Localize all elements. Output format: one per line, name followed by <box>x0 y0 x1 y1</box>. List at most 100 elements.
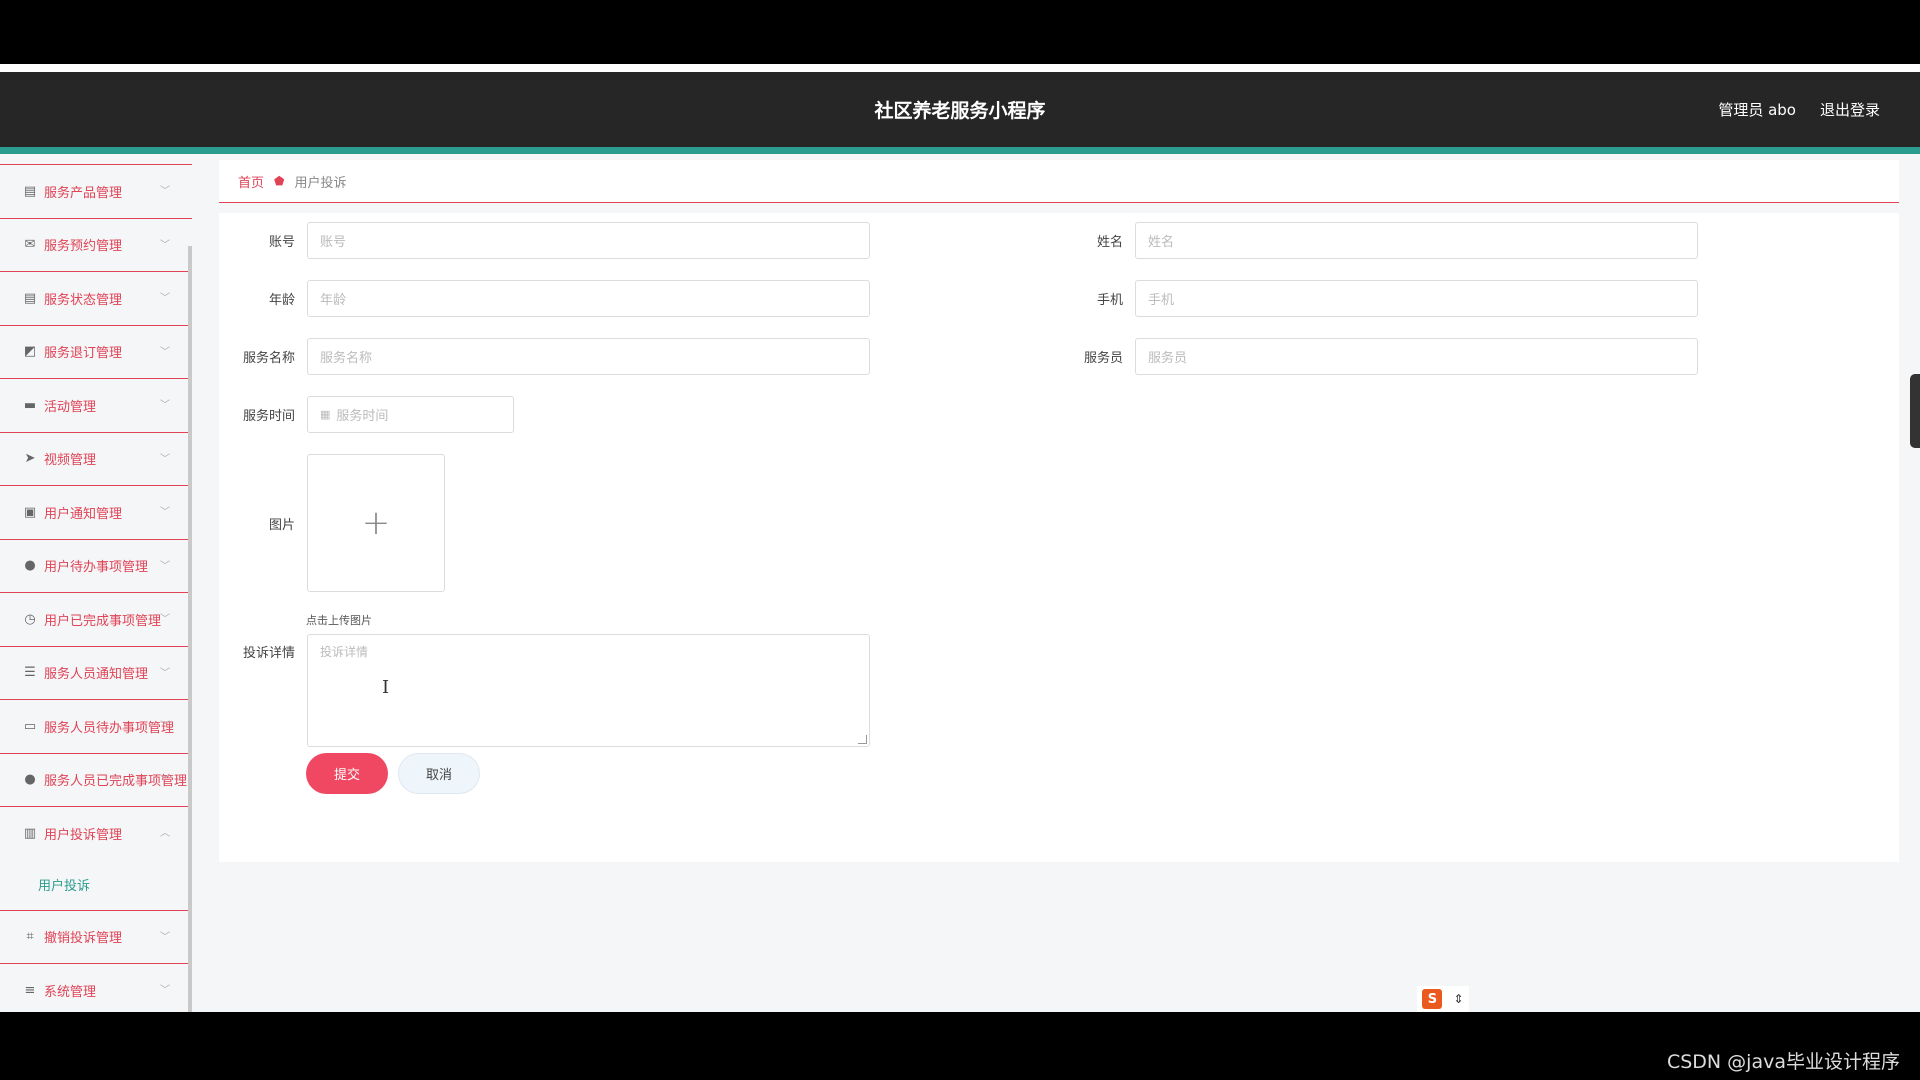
server-row: 服务员 服务员 <box>1047 338 1698 375</box>
list-icon: ☰ <box>24 665 36 681</box>
age-row: 年龄 年龄 <box>219 280 870 317</box>
chevron-down-icon: ﹀ <box>160 186 170 197</box>
chevron-down-icon: ﹀ <box>160 985 170 996</box>
account-input[interactable]: 账号 <box>307 222 870 259</box>
sidebar-item-label: 用户已完成事项管理 <box>44 613 162 629</box>
phone-input[interactable]: 手机 <box>1135 280 1698 317</box>
server-label: 服务员 <box>1083 351 1123 366</box>
service-time-row: 服务时间 ▦ 服务时间 <box>219 396 514 433</box>
side-drawer-handle[interactable] <box>1910 374 1920 448</box>
sidebar-item[interactable]: ▭ 服务人员待办事项管理 ﹀ <box>0 699 192 753</box>
sidebar-item-label: 用户投诉管理 <box>44 827 123 843</box>
detail-textarea[interactable]: 投诉详情 <box>307 634 870 747</box>
sidebar: ▤ 服务产品管理 ﹀ ✉ 服务预约管理 ﹀ ▤ 服务状态管理 ﹀ ◩ 服务退订管理 ﹀ ▬ 活动管理 ﹀ ➤ 视… <box>0 154 192 1012</box>
sidebar-item[interactable]: ▥ 用户投诉管理 ︿ <box>0 806 192 860</box>
sidebar-item-label: 用户待办事项管理 <box>44 560 149 576</box>
submit-button[interactable]: 提交 <box>306 753 388 794</box>
library-icon: ▥ <box>23 825 37 841</box>
message-icon: ▭ <box>23 718 37 734</box>
upload-tip: 点击上传图片 <box>306 614 372 627</box>
sidebar-item-label: 服务产品管理 <box>44 185 123 201</box>
app-title: 社区养老服务小程序 <box>874 100 1046 122</box>
main-content: 首页 ⬟ 用户投诉 账号 账号 姓名 姓名 年龄 年龄 手机 手机 服务名称 服… <box>219 154 1899 1012</box>
monitor-icon: ▬ <box>23 397 37 413</box>
sidebar-scrollbar[interactable] <box>188 246 192 1012</box>
screen: 社区养老服务小程序 管理员 abo 退出登录 ▤ 服务产品管理 ﹀ ✉ 服务预约管理 ﹀ ▤… <box>0 0 1920 1080</box>
service-time-picker[interactable]: ▦ 服务时间 <box>307 396 514 433</box>
chevron-down-icon: ﹀ <box>160 453 170 465</box>
sidebar-item[interactable]: ▤ 服务产品管理 ﹀ <box>0 164 192 218</box>
chevron-down-icon: ﹀ <box>160 774 170 786</box>
service-name-label: 服务名称 <box>242 351 295 366</box>
header: 社区养老服务小程序 管理员 abo 退出登录 <box>0 72 1920 147</box>
calendar-icon: ▦ <box>320 408 331 421</box>
chevron-down-icon: ﹀ <box>160 614 170 625</box>
age-label: 年龄 <box>268 293 295 308</box>
image-upload-button[interactable]: + <box>307 454 445 592</box>
bulb-icon: ● <box>24 772 36 788</box>
sidebar-item[interactable]: ≡ 系统管理 ﹀ <box>0 963 192 1012</box>
chevron-down-icon: ﹀ <box>160 346 170 358</box>
breadcrumb-current: 用户投诉 <box>294 175 347 191</box>
server-input[interactable]: 服务员 <box>1135 338 1698 375</box>
user-icon: ● <box>24 558 36 574</box>
sidebar-item[interactable]: ● 服务人员已完成事项管理 ﹀ <box>0 752 192 807</box>
text-cursor-icon: I <box>382 677 390 698</box>
sidebar-item[interactable]: ☰ 服务人员通知管理 ﹀ <box>0 645 192 700</box>
chevron-down-icon: ﹀ <box>160 560 170 572</box>
service-name-row: 服务名称 服务名称 <box>219 338 870 375</box>
detail-label: 投诉详情 <box>242 646 295 661</box>
ime-icon[interactable]: S <box>1422 989 1443 1009</box>
service-time-placeholder: 服务时间 <box>336 409 389 424</box>
document-icon: ▣ <box>23 504 37 520</box>
resize-handle-icon[interactable] <box>858 735 867 744</box>
sidebar-item[interactable]: ✉ 服务预约管理 ﹀ <box>0 217 192 272</box>
updown-arrows-icon[interactable]: ⇕ <box>1453 992 1463 1006</box>
sliders-icon: ≡ <box>24 982 36 998</box>
sidebar-item[interactable]: ⌗ 撤销投诉管理 ﹀ <box>0 909 192 964</box>
age-input[interactable]: 年龄 <box>307 280 870 317</box>
sidebar-item[interactable]: ◩ 服务退订管理 ﹀ <box>0 324 192 379</box>
sidebar-item-label: 服务状态管理 <box>44 292 123 308</box>
logout-button[interactable]: 退出登录 <box>1820 99 1880 120</box>
chevron-down-icon: ﹀ <box>160 400 170 411</box>
sidebar-subitem-label: 用户投诉 <box>38 879 91 894</box>
sidebar-item-label: 活动管理 <box>44 399 97 415</box>
sidebar-item-label: 视频管理 <box>44 453 97 469</box>
name-input[interactable]: 姓名 <box>1135 222 1698 259</box>
plus-icon: + <box>361 503 391 543</box>
sidebar-item-label: 服务预约管理 <box>44 239 123 255</box>
crop-icon: ⌗ <box>26 929 34 945</box>
sidebar-item-label: 撤销投诉管理 <box>44 931 123 947</box>
complaint-form: 账号 账号 姓名 姓名 年龄 年龄 手机 手机 服务名称 服务名称 服务员 服务 <box>219 213 1899 862</box>
sidebar-item[interactable]: ▬ 活动管理 ﹀ <box>0 378 192 432</box>
top-edge <box>0 64 1920 72</box>
sidebar-item[interactable]: ◷ 用户已完成事项管理 ﹀ <box>0 592 192 646</box>
sidebar-item[interactable]: ▣ 用户通知管理 ﹀ <box>0 485 192 539</box>
header-accent-bar <box>0 147 1920 154</box>
chevron-down-icon: ﹀ <box>160 721 170 732</box>
image-label: 图片 <box>268 517 295 533</box>
chevron-down-icon: ﹀ <box>160 293 170 304</box>
chevron-down-icon: ﹀ <box>160 239 170 251</box>
service-name-input[interactable]: 服务名称 <box>307 338 870 375</box>
chevron-down-icon: ﹀ <box>160 507 170 518</box>
mail-icon: ✉ <box>24 237 36 253</box>
system-tray: S ⇕ <box>1417 986 1469 1012</box>
phone-row: 手机 手机 <box>1047 280 1698 317</box>
phone-label: 手机 <box>1096 293 1123 308</box>
breadcrumb-separator-icon: ⬟ <box>274 174 285 188</box>
breadcrumb-home[interactable]: 首页 <box>238 172 264 191</box>
sidebar-item[interactable]: ▤ 服务状态管理 ﹀ <box>0 271 192 325</box>
service-time-label: 服务时间 <box>242 409 295 424</box>
name-label: 姓名 <box>1096 235 1123 250</box>
sidebar-subitem-user-complaint[interactable]: 用户投诉 <box>0 860 192 910</box>
sidebar-item-label: 服务人员待办事项管理 <box>44 720 175 736</box>
sidebar-item[interactable]: ➤ 视频管理 ﹀ <box>0 431 192 486</box>
sidebar-item[interactable]: ● 用户待办事项管理 ﹀ <box>0 538 192 593</box>
watermark: CSDN @java毕业设计程序 <box>1666 1051 1900 1073</box>
image-row: 图片 + <box>219 454 445 592</box>
chevron-up-icon: ︿ <box>160 828 170 839</box>
account-label: 账号 <box>268 235 295 250</box>
cancel-button[interactable]: 取消 <box>398 753 480 794</box>
